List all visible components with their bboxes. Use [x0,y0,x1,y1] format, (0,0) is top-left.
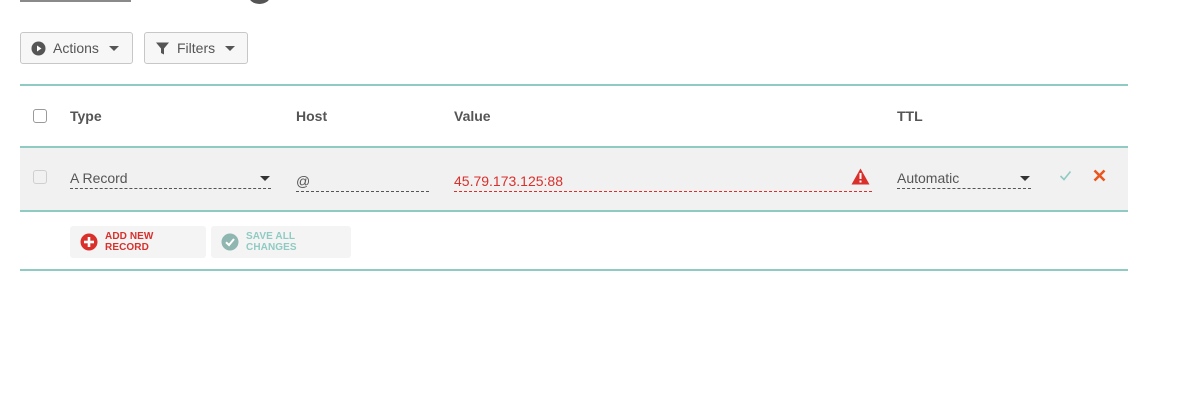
chevron-down-icon [108,45,119,51]
column-header-value[interactable]: Value [454,108,491,124]
active-tab-underline [20,0,131,2]
dns-records-table: Type Host Value TTL A Record @ 45.79.173… [20,84,1128,271]
table-actions-row: ADD NEW RECORD SAVE ALL CHANGES [20,212,1128,269]
table-header-row: Type Host Value TTL [20,86,1128,146]
filters-button[interactable]: Filters [144,32,248,64]
record-type-value: A Record [70,169,128,186]
chevron-down-icon [260,176,270,181]
add-new-record-label: ADD NEW RECORD [105,231,154,253]
chevron-down-icon [225,45,236,51]
column-header-type[interactable]: Type [70,108,102,124]
checkmark-icon[interactable] [1059,169,1072,187]
actions-label: Actions [53,40,99,56]
check-circle-icon [221,233,239,251]
record-type-select[interactable]: A Record [70,167,271,189]
select-all-checkbox[interactable] [33,109,47,123]
host-value: @ [296,172,311,189]
column-header-host[interactable]: Host [296,108,327,124]
close-icon[interactable] [1093,169,1106,187]
ttl-value: Automatic [897,169,960,186]
ttl-select[interactable]: Automatic [897,167,1031,189]
row-checkbox[interactable] [33,170,47,184]
column-header-ttl[interactable]: TTL [897,108,923,124]
save-all-changes-button[interactable]: SAVE ALL CHANGES [211,226,351,258]
value-text: 45.79.173.125:88 [454,172,563,189]
table-bottom-divider [20,269,1128,271]
host-input[interactable]: @ [296,170,429,192]
save-all-changes-label: SAVE ALL CHANGES [246,231,297,253]
help-icon[interactable] [249,0,270,4]
filter-icon [155,41,170,56]
plus-circle-icon [80,233,98,251]
play-circle-icon [31,41,46,56]
actions-button[interactable]: Actions [20,32,133,64]
filters-label: Filters [177,40,216,56]
warning-icon [851,168,870,190]
value-input[interactable]: 45.79.173.125:88 [454,170,872,192]
record-edit-row: A Record @ 45.79.173.125:88 Automatic [20,148,1128,210]
add-new-record-button[interactable]: ADD NEW RECORD [70,226,206,258]
chevron-down-icon [1020,176,1030,181]
